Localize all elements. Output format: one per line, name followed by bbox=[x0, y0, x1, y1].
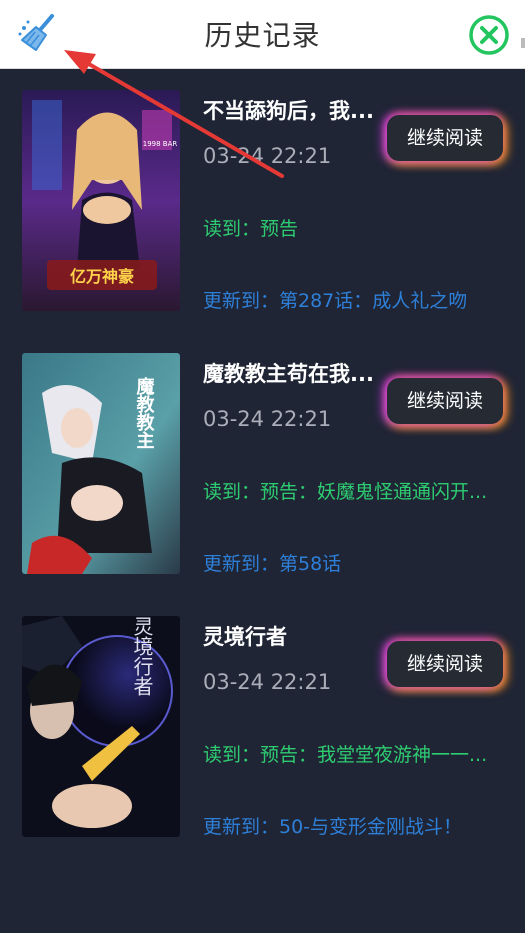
comic-cover[interactable]: 魔教教主 bbox=[22, 353, 180, 574]
history-item[interactable]: 魔教教主 魔教教主苟在我... 03-24 22:21 读到：预告：妖魔鬼怪通通… bbox=[0, 331, 525, 593]
history-screen: 历史记录 亿万神豪 1998 BAR 不当舔狗后，我... 03-24 22:2… bbox=[0, 0, 525, 933]
read-time: 03-24 22:21 bbox=[203, 670, 332, 694]
cover-art: 魔教教主 bbox=[22, 353, 180, 574]
continue-reading-button[interactable]: 继续阅读 bbox=[387, 378, 503, 424]
read-progress: 读到：预告 bbox=[203, 218, 299, 240]
comic-cover[interactable]: 灵境行者 bbox=[22, 616, 180, 837]
latest-update: 更新到：第58话 bbox=[203, 553, 342, 575]
cover-sign: 1998 BAR bbox=[143, 140, 178, 148]
close-circle-icon bbox=[469, 15, 509, 55]
read-progress: 读到：预告：妖魔鬼怪通通闪开... bbox=[203, 481, 488, 503]
edge-marker bbox=[521, 38, 525, 48]
history-item[interactable]: 灵境行者 灵境行者 03-24 22:21 读到：预告：我堂堂夜游神一一... … bbox=[0, 594, 525, 856]
comic-cover[interactable]: 亿万神豪 1998 BAR bbox=[22, 90, 180, 311]
latest-update: 更新到：50-与变形金刚战斗！ bbox=[203, 816, 463, 838]
page-title: 历史记录 bbox=[204, 19, 321, 52]
cover-logo: 灵境行者 bbox=[130, 616, 154, 696]
latest-update: 更新到：第287话：成人礼之吻 bbox=[203, 290, 468, 312]
history-item[interactable]: 亿万神豪 1998 BAR 不当舔狗后，我... 03-24 22:21 读到：… bbox=[0, 68, 525, 330]
comic-title: 不当舔狗后，我... bbox=[203, 99, 374, 123]
cover-art: 亿万神豪 1998 BAR bbox=[22, 90, 180, 311]
continue-reading-button[interactable]: 继续阅读 bbox=[387, 115, 503, 161]
cover-logo: 魔教教主 bbox=[134, 376, 155, 449]
header-bar: 历史记录 bbox=[0, 0, 525, 69]
read-time: 03-24 22:21 bbox=[203, 407, 332, 431]
cover-logo: 亿万神豪 bbox=[70, 267, 134, 286]
close-button[interactable] bbox=[468, 14, 510, 56]
cover-art: 灵境行者 bbox=[22, 616, 180, 837]
continue-reading-button[interactable]: 继续阅读 bbox=[387, 641, 503, 687]
comic-title: 灵境行者 bbox=[203, 625, 287, 649]
read-time: 03-24 22:21 bbox=[203, 144, 332, 168]
comic-title: 魔教教主苟在我... bbox=[203, 362, 374, 386]
read-progress: 读到：预告：我堂堂夜游神一一... bbox=[203, 744, 488, 766]
